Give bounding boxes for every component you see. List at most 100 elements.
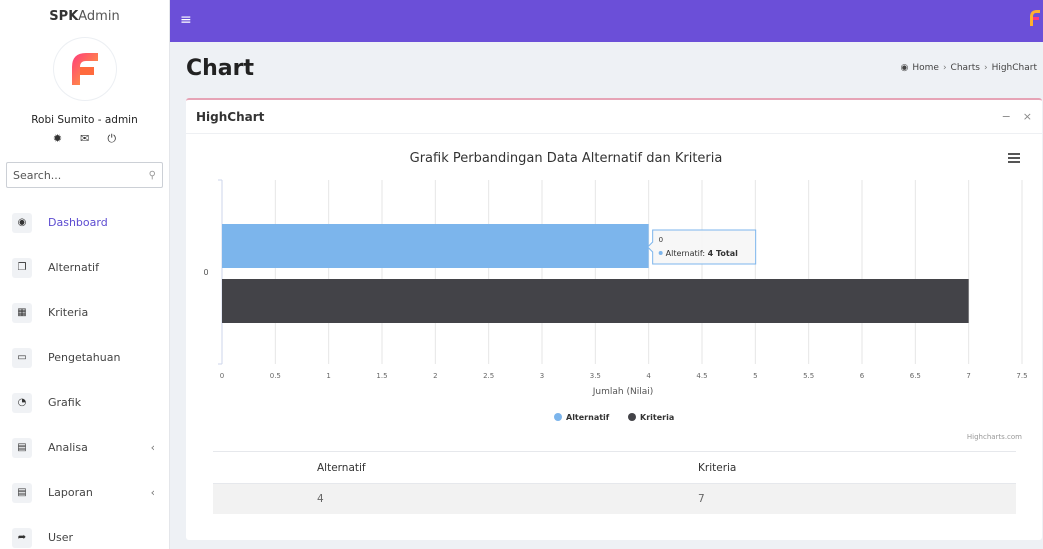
copy-icon: ❐ [12,257,32,278]
gear-icon[interactable]: ✹ [53,132,62,146]
sidebar-item-analisa[interactable]: ▤ Analisa ‹ [0,425,169,470]
breadcrumb-home[interactable]: Home [912,63,939,73]
x-tick-label: 5.5 [803,372,814,380]
mail-icon[interactable]: ✉ [80,132,89,146]
power-icon[interactable]: ⏻ [107,132,116,146]
sidebar-item-grafik[interactable]: ◔ Grafik [0,380,169,425]
minimize-icon[interactable]: − [1002,110,1011,123]
brand-light: Admin [78,8,120,24]
tooltip-text: Alternatif: 4 Total [666,249,738,258]
sidebar-menu: ◉ Dashboard ❐ Alternatif ▦ Kriteria ▭ Pe… [0,200,169,549]
x-tick-label: 4.5 [696,372,707,380]
legend-item-label[interactable]: Kriteria [640,413,674,422]
legend: Alternatif Kriteria [554,413,674,422]
tooltip-value: 4 Total [708,249,738,258]
chevron-left-icon: ‹ [150,441,155,454]
tooltip-box [646,229,757,265]
f-logo-icon [71,53,98,85]
dashboard-icon: ◉ [900,63,909,73]
x-tick-label: 7 [966,372,970,380]
breadcrumb-separator: › [983,63,988,73]
sidebar-item-label: Pengetahuan [48,351,121,364]
card-tools: − × [1002,110,1032,123]
close-icon[interactable]: × [1023,110,1032,123]
sidebar-item-dashboard[interactable]: ◉ Dashboard [0,200,169,245]
sidebar-item-label: Dashboard [48,216,108,229]
laptop-icon: ▭ [12,347,32,368]
x-axis-label: Jumlah (Nilai) [592,387,653,397]
data-table: Alternatif Kriteria 4 7 [213,451,1016,514]
x-tick-label: 0 [220,372,224,380]
breadcrumb-charts[interactable]: Charts [951,63,980,73]
breadcrumb: ◉ Home › Charts › HighChart [901,63,1038,73]
table-icon: ▤ [12,437,32,458]
breadcrumb-separator: › [942,63,947,73]
chart-title: Grafik Perbandingan Data Alternatif dan … [410,151,723,166]
x-tick-label: 6.5 [910,372,921,380]
avatar[interactable] [53,38,116,100]
legend-marker [628,413,636,421]
chevron-left-icon: ‹ [150,486,155,499]
user-name: Robi Sumito - admin [31,114,138,126]
hamburger-icon[interactable]: ≡ [180,12,192,28]
dashboard-icon: ◉ [12,212,32,233]
tooltip-category: 0 [659,236,663,244]
table-cell [213,483,317,514]
x-tick-label: 6 [860,372,865,380]
sidebar-item-kriteria[interactable]: ▦ Kriteria [0,290,169,335]
sidebar-item-label: Alternatif [48,261,99,274]
x-tick-label: 2 [433,372,437,380]
table-header-row: Alternatif Kriteria [213,451,1016,484]
bar-kriteria [222,279,969,323]
x-tick-label: 2.5 [483,372,494,380]
sidebar-item-user[interactable]: ➦ User [0,515,169,549]
x-tick-label: 5 [753,372,757,380]
tooltip: 0Alternatif: 4 Total [646,229,757,265]
x-tick-label: 4 [646,372,651,380]
sidebar-item-alternatif[interactable]: ❐ Alternatif [0,245,169,290]
sidebar-item-label: Grafik [48,396,82,409]
x-ticks: 0 0.5 1 1.5 2 2.5 3 3.5 4 4.5 5 5.5 6 6.5 7 7.5 [220,372,1028,380]
credits[interactable]: Highcharts.com [967,433,1022,441]
legend-item-label[interactable]: Alternatif [566,413,610,422]
f-logo-icon[interactable] [1029,9,1041,31]
x-tick-label: 0.5 [270,372,281,380]
pie-chart-icon: ◔ [12,392,32,413]
table-icon: ▤ [12,482,32,503]
brand-bold: SPK [49,8,79,24]
table-cell: 7 [698,483,1016,514]
table-header-cell: Kriteria [698,451,1016,484]
card-title: HighChart [196,109,265,124]
table-header-cell: Alternatif [317,451,698,484]
table-row: 4 7 [213,483,1016,514]
tooltip-series-name: Alternatif: [666,249,708,258]
y-category-label: 0 [203,268,208,277]
x-tick-label: 7.5 [1016,372,1027,380]
page-title: Chart [186,56,255,81]
sidebar-item-laporan[interactable]: ▤ Laporan ‹ [0,470,169,515]
gridlines [218,179,1023,365]
sidebar: SPK Admin Robi Sumito - admin ✹ ✉ ⏻ Searc… [0,0,170,549]
sidebar-item-label: Kriteria [48,306,89,319]
share-icon: ➦ [12,527,32,548]
x-tick-label: 3.5 [590,372,601,380]
sidebar-item-label: Analisa [48,441,88,454]
table-cell: 4 [317,483,698,514]
x-tick-label: 1.5 [376,372,387,380]
user-actions: ✹ ✉ ⏻ [0,132,169,146]
chart-menu-icon[interactable] [1008,153,1020,163]
legend-marker [554,413,562,421]
search-placeholder: Search... [13,168,62,182]
search-icon[interactable]: ⚲ [149,170,156,181]
brand-logo-text[interactable]: SPK Admin [0,0,169,32]
x-tick-label: 3 [540,372,544,380]
sidebar-item-label: User [48,531,74,544]
card-header: HighChart − × [186,100,1042,134]
sidebar-item-pengetahuan[interactable]: ▭ Pengetahuan [0,335,169,380]
grid-icon: ▦ [12,302,32,323]
sidebar-item-label: Laporan [48,486,93,499]
highchart: Grafik Perbandingan Data Alternatif dan … [203,151,1028,441]
bar-alternatif [222,224,649,268]
top-navbar: ≡ [170,0,1043,42]
search-input[interactable]: Search... ⚲ [6,162,163,188]
